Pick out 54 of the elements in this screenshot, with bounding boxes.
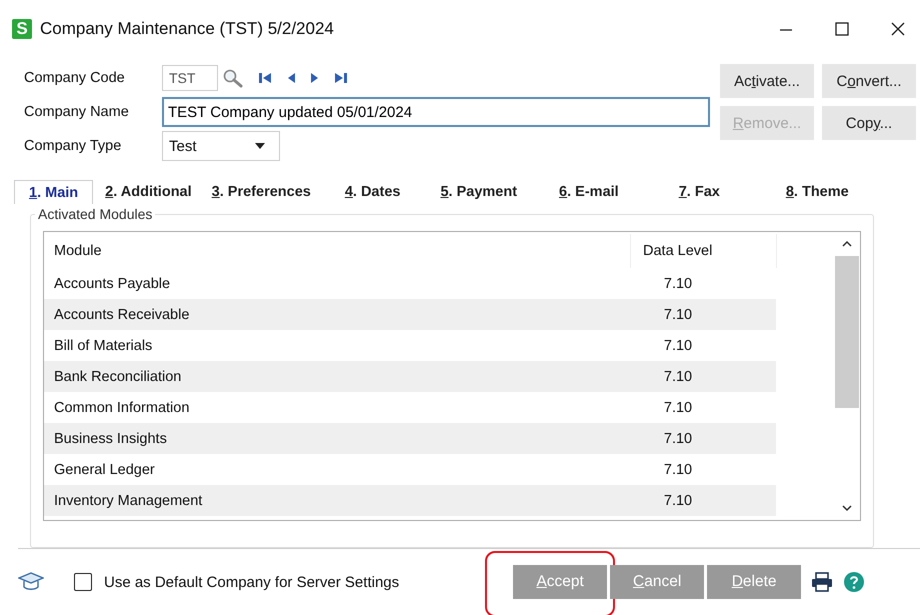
tab[interactable]: 1. Main	[14, 180, 94, 204]
graduation-cap-icon[interactable]	[18, 571, 44, 593]
table-cell: Bank Reconciliation	[44, 361, 630, 392]
tab[interactable]: 5. Payment	[432, 180, 526, 204]
field-label: Company Name	[24, 104, 130, 120]
caret-icon[interactable]	[255, 143, 265, 149]
close-icon[interactable]	[890, 21, 906, 37]
table-cell-text: 7.10	[662, 398, 694, 418]
previous-record-icon[interactable]	[286, 71, 296, 85]
tab[interactable]: 3. Preferences	[204, 180, 319, 204]
group-title: Activated Modules	[35, 206, 156, 222]
table-cell-text: Accounts Payable	[53, 274, 172, 294]
tab[interactable]: 2. Additional	[97, 180, 200, 204]
field-label: Company Type	[24, 138, 122, 154]
action-button[interactable]: Convert...	[822, 64, 916, 98]
company-code-field[interactable]: TST	[162, 65, 218, 91]
table-cell-text: 7.10	[662, 336, 694, 356]
tab[interactable]: 8. Theme	[778, 180, 857, 204]
table-cell-text: Bill of Materials	[53, 336, 154, 356]
table-cell-text: 7.10	[662, 274, 694, 294]
scrollbar-thumb[interactable]	[835, 256, 859, 408]
window-title: Company Maintenance (TST) 5/2/2024	[40, 19, 334, 39]
table-cell: 7.10	[630, 299, 776, 330]
first-record-icon[interactable]	[258, 71, 272, 85]
table-cell: Business Insights	[44, 423, 630, 454]
column-header[interactable]: Data Level	[631, 234, 777, 268]
table-cell: Accounts Receivable	[44, 299, 630, 330]
tab[interactable]: 7. Fax	[670, 180, 728, 204]
column-header[interactable]: Module	[44, 234, 631, 268]
checkbox-label[interactable]: Use as Default Company for Server Settings	[104, 574, 400, 590]
next-record-icon[interactable]	[310, 71, 320, 85]
table-cell: 7.10	[630, 485, 776, 516]
scroll-down-icon[interactable]	[842, 504, 852, 512]
table-cell: Inventory Management	[44, 485, 630, 516]
table-cell-text: 7.10	[662, 460, 694, 480]
search-icon[interactable]	[222, 68, 244, 88]
table-cell: 7.10	[630, 361, 776, 392]
table-cell: 7.10	[630, 423, 776, 454]
field-label: Company Code	[24, 70, 126, 86]
scroll-up-icon[interactable]	[842, 240, 852, 248]
action-button[interactable]: Activate...	[720, 64, 814, 98]
action-button[interactable]: Copy...	[822, 106, 916, 140]
tab[interactable]: 4. Dates	[336, 180, 408, 204]
company-name-field[interactable]: TEST Company updated 05/01/2024	[162, 97, 710, 127]
printer-icon[interactable]	[811, 572, 834, 592]
table-cell-text: General Ledger	[53, 460, 156, 480]
table-cell-text: Common Information	[53, 398, 190, 418]
app-logo: S	[12, 19, 32, 39]
maximize-icon[interactable]	[834, 21, 850, 37]
tab[interactable]: 6. E-mail	[551, 180, 627, 204]
checkbox[interactable]	[74, 573, 92, 591]
last-record-icon[interactable]	[334, 71, 348, 85]
company-type-dropdown[interactable]: Test	[162, 131, 280, 161]
help-icon[interactable]	[843, 571, 866, 593]
